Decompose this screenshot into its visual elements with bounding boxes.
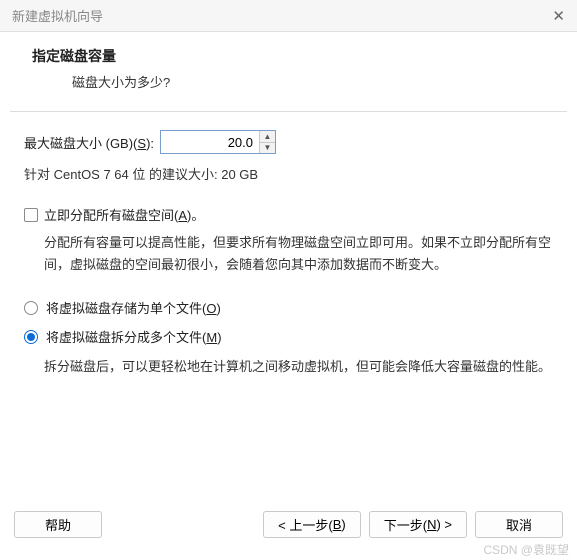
size-input[interactable] (161, 131, 259, 153)
help-button[interactable]: 帮助 (14, 511, 102, 538)
max-size-row: 最大磁盘大小 (GB)(S): ▲ ▼ (24, 130, 553, 154)
page-subtitle: 磁盘大小为多少? (24, 72, 553, 91)
next-button[interactable]: 下一步(N) > (369, 511, 467, 538)
spinner-down-icon[interactable]: ▼ (260, 143, 275, 154)
wizard-header: 指定磁盘容量 磁盘大小为多少? (0, 32, 577, 111)
allocate-now-desc: 分配所有容量可以提高性能，但要求所有物理磁盘空间立即可用。如果不立即分配所有空间… (24, 232, 553, 276)
allocate-now-checkbox-row[interactable]: 立即分配所有磁盘空间(A)。 (24, 205, 553, 224)
content-area: 最大磁盘大小 (GB)(S): ▲ ▼ 针对 CentOS 7 64 位 的建议… (0, 112, 577, 410)
allocate-now-label: 立即分配所有磁盘空间(A)。 (44, 205, 204, 224)
allocate-now-checkbox[interactable] (24, 208, 38, 222)
spinner-up-icon[interactable]: ▲ (260, 131, 275, 143)
button-bar: 帮助 < 上一步(B) 下一步(N) > 取消 (0, 501, 577, 538)
close-icon[interactable]: ✕ (552, 7, 565, 25)
split-file-radio-row[interactable]: 将虚拟磁盘拆分成多个文件(M) (24, 327, 553, 346)
watermark: CSDN @袁既望 (483, 541, 569, 558)
split-file-label: 将虚拟磁盘拆分成多个文件(M) (46, 327, 222, 346)
back-button[interactable]: < 上一步(B) (263, 511, 361, 538)
split-file-desc: 拆分磁盘后，可以更轻松地在计算机之间移动虚拟机，但可能会降低大容量磁盘的性能。 (24, 356, 553, 378)
title-bar: 新建虚拟机向导 ✕ (0, 0, 577, 32)
window-title: 新建虚拟机向导 (12, 6, 103, 25)
recommended-size-label: 针对 CentOS 7 64 位 的建议大小: 20 GB (24, 164, 553, 183)
size-spinner[interactable]: ▲ ▼ (160, 130, 276, 154)
cancel-button[interactable]: 取消 (475, 511, 563, 538)
single-file-radio[interactable] (24, 301, 38, 315)
split-file-radio[interactable] (24, 330, 38, 344)
single-file-radio-row[interactable]: 将虚拟磁盘存储为单个文件(O) (24, 298, 553, 317)
page-title: 指定磁盘容量 (24, 46, 553, 66)
max-size-label: 最大磁盘大小 (GB)(S): (24, 133, 154, 152)
nav-button-group: < 上一步(B) 下一步(N) > 取消 (263, 511, 563, 538)
spinner-buttons[interactable]: ▲ ▼ (259, 131, 275, 153)
single-file-label: 将虚拟磁盘存储为单个文件(O) (46, 298, 221, 317)
